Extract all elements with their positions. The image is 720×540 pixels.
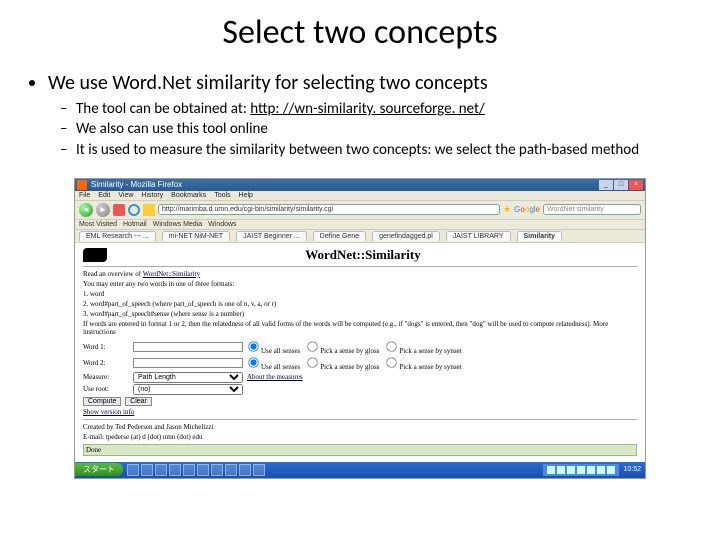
tab-6-active[interactable]: Similarity <box>517 231 563 241</box>
overview-line: Read an overview of WordNet::Similarity <box>83 270 637 278</box>
bm-most-visited[interactable]: Most Visited <box>79 221 117 228</box>
tab-0[interactable]: EML Research --- ... <box>79 231 156 241</box>
bookmarks-bar: Most Visited Hotmail Windows Media Windo… <box>75 220 645 230</box>
credits-line: Created by Ted Pedersen and Jason Michel… <box>83 423 637 431</box>
bm-windows-media[interactable]: Windows Media <box>153 221 202 228</box>
w2-by-gloss[interactable] <box>308 357 318 367</box>
ql-icon[interactable] <box>155 464 167 476</box>
w2-by-synset[interactable] <box>387 357 397 367</box>
label-word2: Word 2: <box>83 359 129 367</box>
wn-sim-link[interactable]: http: //wn-similarity. sourceforge. net/ <box>250 100 485 118</box>
label-word1: Word 1: <box>83 343 129 351</box>
tab-3[interactable]: Define Gene <box>313 231 366 241</box>
ql-icon[interactable] <box>169 464 181 476</box>
tray-icon[interactable] <box>577 466 585 474</box>
forward-button[interactable]: ► <box>96 203 110 217</box>
address-bar[interactable]: http://marimba.d.umn.edu/cgi-bin/similar… <box>158 204 500 215</box>
ql-icon[interactable] <box>183 464 195 476</box>
about-measures-link[interactable]: About the measures <box>247 373 303 381</box>
menu-file[interactable]: File <box>79 192 90 199</box>
overview-link[interactable]: WordNet::Similarity <box>143 270 200 278</box>
page-content: WordNet::Similarity Read an overview of … <box>75 243 645 462</box>
stop-button[interactable] <box>113 204 125 216</box>
w1-by-gloss[interactable] <box>308 341 318 351</box>
email-line: E-mail: tpederse (at) d (dot) umn (dot) … <box>83 433 637 441</box>
bm-windows[interactable]: Windows <box>208 221 236 228</box>
tray-icon[interactable] <box>607 466 615 474</box>
input-word2[interactable] <box>133 358 243 368</box>
back-button[interactable]: ◄ <box>79 203 93 217</box>
clear-button[interactable]: Clear <box>125 397 152 406</box>
maximize-button[interactable]: □ <box>614 180 628 190</box>
note-line: If words are entered in format 1 or 2, t… <box>83 320 637 336</box>
label-root: Use root: <box>83 385 129 393</box>
minimize-button[interactable]: _ <box>599 180 613 190</box>
tab-1[interactable]: mi-NET NiM-NET <box>162 231 230 241</box>
menu-history[interactable]: History <box>141 192 163 199</box>
tab-2[interactable]: JAIST Beginner ... <box>236 231 307 241</box>
system-tray <box>543 464 619 476</box>
w1-all-senses[interactable] <box>248 341 258 351</box>
quick-launch <box>123 464 269 476</box>
format-2: 2. word#part_of_speech (where part_of_sp… <box>83 300 637 308</box>
browser-screenshot: Similarity - Mozilla Firefox _ □ × File … <box>74 178 646 479</box>
windows-taskbar: スタート 10:52 <box>75 462 645 478</box>
slide-title: Select two concepts <box>30 12 690 53</box>
tray-icon[interactable] <box>597 466 605 474</box>
tray-icon[interactable] <box>557 466 565 474</box>
search-box[interactable]: WordNet similarity <box>543 204 641 215</box>
menu-bookmarks[interactable]: Bookmarks <box>171 192 206 199</box>
reload-button[interactable] <box>128 204 140 216</box>
page-heading: WordNet::Similarity <box>89 247 637 263</box>
home-button[interactable] <box>143 204 155 216</box>
label-measure: Measure: <box>83 373 129 381</box>
tab-bar: EML Research --- ... mi-NET NiM-NET JAIS… <box>75 230 645 243</box>
sub-bullet-measure: It is used to measure the similarity bet… <box>76 140 690 160</box>
tab-4[interactable]: genefindagged.pl <box>372 231 440 241</box>
sub-bullet-online: We also can use this tool online <box>76 119 690 139</box>
ql-icon[interactable] <box>225 464 237 476</box>
compute-button[interactable]: Compute <box>83 397 121 406</box>
select-measure[interactable]: Path Length <box>133 372 243 383</box>
input-word1[interactable] <box>133 342 243 352</box>
ql-icon[interactable] <box>127 464 139 476</box>
ql-icon[interactable] <box>141 464 153 476</box>
ql-icon[interactable] <box>211 464 223 476</box>
menu-help[interactable]: Help <box>239 192 253 199</box>
tray-icon[interactable] <box>587 466 595 474</box>
format-3: 3. word#part_of_speech#sense (where sens… <box>83 310 637 318</box>
menu-view[interactable]: View <box>118 192 133 199</box>
window-titlebar: Similarity - Mozilla Firefox _ □ × <box>75 179 645 191</box>
select-root[interactable]: (no) <box>133 384 243 395</box>
bm-hotmail[interactable]: Hotmail <box>123 221 147 228</box>
firefox-icon <box>77 180 87 190</box>
clock: 10:52 <box>619 466 645 473</box>
nav-toolbar: ◄ ► http://marimba.d.umn.edu/cgi-bin/sim… <box>75 201 645 220</box>
format-1: 1. word <box>83 290 637 298</box>
menu-bar: File Edit View History Bookmarks Tools H… <box>75 191 645 201</box>
bookmark-star-icon[interactable]: ★ <box>503 204 511 215</box>
ql-icon[interactable] <box>239 464 251 476</box>
tray-icon[interactable] <box>547 466 555 474</box>
menu-tools[interactable]: Tools <box>214 192 230 199</box>
w2-all-senses[interactable] <box>248 357 258 367</box>
close-button[interactable]: × <box>629 180 643 190</box>
ql-icon[interactable] <box>253 464 265 476</box>
sub-bullet-tool-link: The tool can be obtained at: http: //wn-… <box>76 99 690 119</box>
tab-5[interactable]: JAIST LIBRARY <box>446 231 511 241</box>
tray-icon[interactable] <box>567 466 575 474</box>
intro-line: You may enter any two words in one of th… <box>83 280 637 288</box>
w1-by-synset[interactable] <box>387 341 397 351</box>
ql-icon[interactable] <box>197 464 209 476</box>
bullet-main: We use Word.Net similarity for selecting… <box>48 71 690 160</box>
show-version-link[interactable]: Show version info <box>83 408 134 416</box>
statusbar: Done <box>83 444 637 456</box>
start-button[interactable]: スタート <box>75 463 123 476</box>
menu-edit[interactable]: Edit <box>98 192 110 199</box>
window-title: Similarity - Mozilla Firefox <box>91 180 182 189</box>
search-engine-icon: Google <box>514 205 540 214</box>
